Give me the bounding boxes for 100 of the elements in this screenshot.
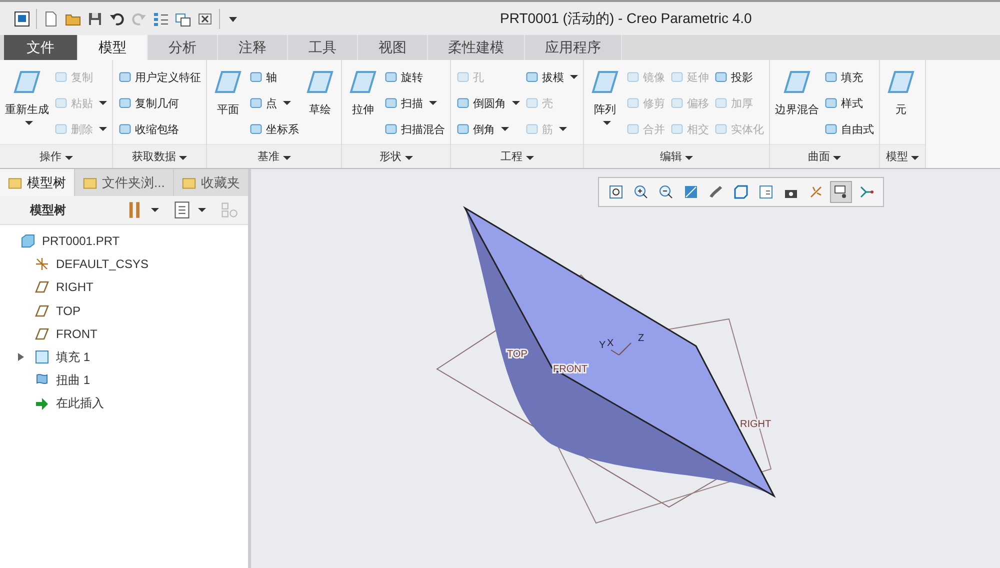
tree-item[interactable]: RIGHT [56,280,94,294]
ribbon-button[interactable]: 收缩包络 [116,116,203,142]
tree-item[interactable]: 在此插入 [56,395,104,412]
tool-icon [249,122,263,136]
folder-icon [182,176,196,190]
tool-icon [626,122,640,136]
close-icon[interactable] [197,10,213,26]
tool-icon [525,122,539,136]
panel-tab[interactable]: 模型树 [0,169,75,196]
tool-icon [525,96,539,110]
ribbon-button[interactable]: 复制几何 [116,90,203,116]
ribbon-tab[interactable]: 柔性建模 [428,35,525,60]
group-menu[interactable]: 工程 [451,144,583,168]
ribbon-button[interactable]: 拉伸 [345,64,381,140]
plane-icon [34,279,50,296]
tool-icon [670,70,684,84]
group-menu[interactable]: 获取数据 [113,144,206,168]
ribbon-tab[interactable]: 应用程序 [525,35,622,60]
tool-icon [670,96,684,110]
tree-item[interactable]: DEFAULT_CSYS [56,256,148,271]
tool-icon [626,70,640,84]
ribbon-tab[interactable]: 模型 [78,35,148,60]
window-title: PRT0001 (活动的) - Creo Parametric 4.0 [500,10,752,28]
plane-icon [34,326,50,342]
tool-icon [824,70,838,84]
arrow-icon [34,396,50,412]
window-icon[interactable] [175,10,191,26]
tool-icon [824,122,838,136]
tool-icon [384,96,398,110]
tree-item[interactable]: PRT0001.PRT [42,234,120,248]
tool-icon [384,122,398,136]
save-icon[interactable] [87,10,103,26]
axis-label: X [607,338,614,349]
ribbon-button[interactable]: 拔模 [523,64,580,90]
ribbon-button[interactable]: 元 [883,64,919,140]
tree-item[interactable]: TOP [56,304,80,318]
tool-icon [456,96,470,110]
ribbon-button[interactable]: 倒圆角 [454,90,522,116]
tool-icon [54,122,68,136]
ribbon-button[interactable]: 扫描混合 [382,116,447,142]
tool-icon [54,96,68,110]
tool-icon [249,96,263,110]
group-menu[interactable]: 曲面 [770,144,879,168]
datum-label: TOP [507,349,528,360]
ribbon-button[interactable]: 旋转 [382,64,447,90]
tool-icon [456,122,470,136]
ribbon-button[interactable]: 草绘 [302,64,338,140]
group-menu[interactable]: 基准 [207,144,341,168]
tree-item[interactable]: FRONT [56,326,98,341]
ribbon-button[interactable]: 边界混合 [773,64,821,140]
ribbon-tab[interactable]: 视图 [358,35,428,60]
ribbon-button[interactable]: 阵列 [587,64,623,140]
ribbon-button[interactable]: 重新生成 [3,64,51,140]
tool-icon [525,70,539,84]
tool-icon [714,70,728,84]
ribbon-button[interactable]: 填充 [822,64,876,90]
ribbon-tab[interactable]: 注释 [218,35,288,60]
ribbon-button[interactable]: 扫描 [382,90,447,116]
app-icon[interactable] [14,10,30,26]
tool-icon [249,70,263,84]
group-menu[interactable]: 操作 [0,144,112,168]
tool-icon [118,122,132,136]
tool-icon [626,96,640,110]
ribbon-button[interactable]: 点 [247,90,301,116]
group-menu[interactable]: 模型 [880,144,925,168]
new-file-icon[interactable] [43,10,59,26]
tool-icon [670,122,684,136]
tool-icon [384,70,398,84]
folder-icon [83,176,97,190]
expand-icon[interactable] [18,353,24,362]
axis-label: Z [638,333,644,344]
undo-icon[interactable] [109,10,125,26]
ribbon-tab[interactable]: 分析 [148,35,218,60]
axis-label: Y [599,340,606,351]
ribbon-button[interactable]: 用户定义特征 [116,64,203,90]
ribbon-button[interactable]: 平面 [210,64,246,140]
ribbon-button[interactable]: 投影 [712,64,766,90]
tree-item[interactable]: 填充 1 [56,348,90,366]
group-menu[interactable]: 编辑 [584,144,769,168]
list-icon[interactable] [173,201,191,219]
tree-item[interactable]: 扭曲 1 [56,372,90,389]
ribbon-tab[interactable]: 文件 [4,35,78,60]
tool-icon [714,122,728,136]
tool-icon [714,96,728,110]
panel-title: 模型树 [30,202,67,218]
ribbon-button[interactable]: 自由式 [822,116,876,142]
folder-icon [8,176,22,190]
tool-icon [824,96,838,110]
ribbon-tab[interactable]: 工具 [288,35,358,60]
ribbon-button[interactable]: 倒角 [454,116,522,142]
group-menu[interactable]: 形状 [342,144,450,168]
coordinate-system-icon [34,256,50,272]
square-icon [34,349,50,366]
ribbon-button[interactable]: 坐标系 [247,116,301,142]
ribbon-button[interactable]: 轴 [247,64,301,90]
ribbon-button[interactable]: 样式 [822,90,876,116]
plane-icon [34,302,50,319]
panel-tab[interactable]: 收藏夹 [174,169,249,196]
tool-icon [54,70,68,84]
panel-tab[interactable]: 文件夹浏... [75,169,174,196]
